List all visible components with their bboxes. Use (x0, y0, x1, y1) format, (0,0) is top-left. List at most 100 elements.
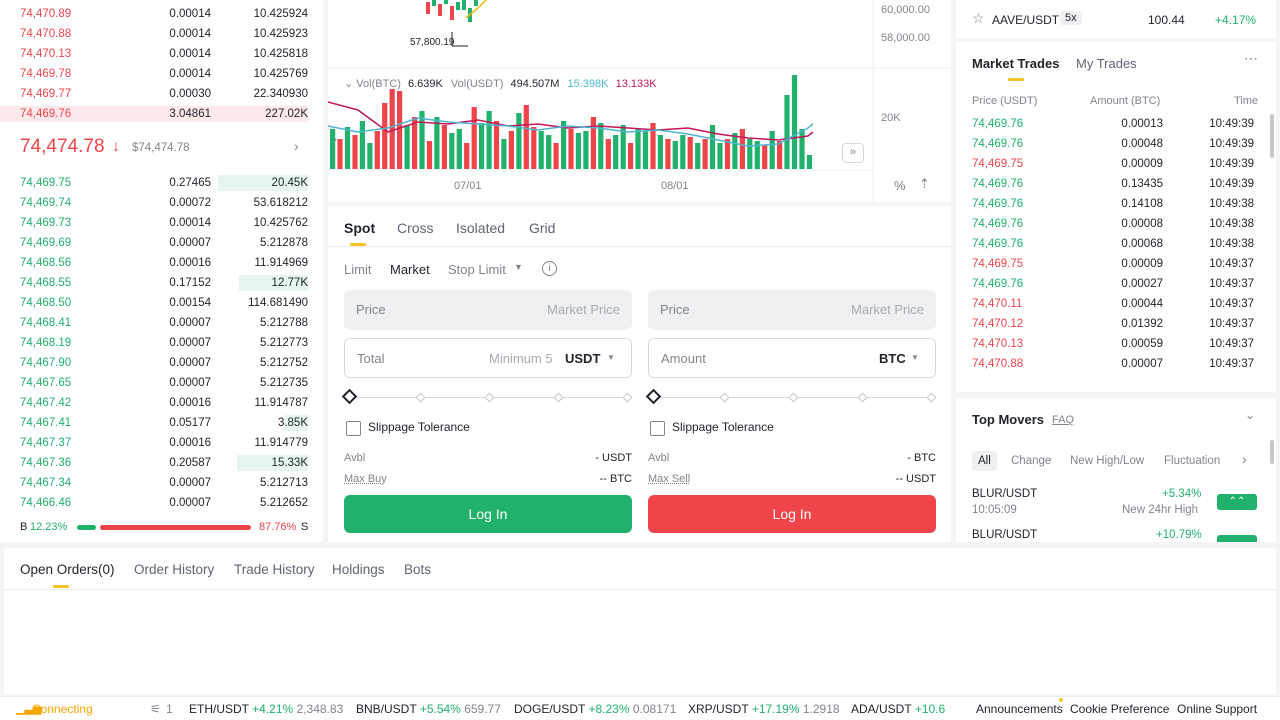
bid-row[interactable]: 74,467.34 0.00007 5.212713 (0, 473, 323, 493)
buy-amount-slider[interactable] (341, 388, 633, 405)
ask-row[interactable]: 74,470.13 0.00014 10.425818 (0, 44, 323, 64)
trade-price: 74,470.11 (972, 298, 1023, 310)
order-type-stop-limit[interactable]: Stop Limit (448, 262, 506, 277)
movers-scrollbar[interactable] (1270, 440, 1274, 464)
max-buy-label[interactable]: Max Buy (344, 473, 387, 485)
bid-row[interactable]: 74,467.65 0.00007 5.212735 (0, 373, 323, 393)
announcements-link[interactable]: Announcements (976, 702, 1063, 716)
bid-row[interactable]: 74,469.74 0.00072 53.618212 (0, 193, 323, 213)
chevron-down-icon[interactable]: ⌄ (344, 78, 353, 90)
chevron-down-icon[interactable]: ▼ (911, 353, 919, 362)
ticker-item[interactable]: ADA/USDT +10.6 (851, 702, 945, 716)
slider-handle[interactable] (645, 388, 662, 405)
buy-total-field[interactable]: Total Minimum 5 USDT ▼ (344, 338, 632, 378)
chart-scroll-left-icon[interactable]: › (333, 132, 337, 146)
slider-step[interactable] (622, 392, 633, 403)
filter-all[interactable]: All (972, 451, 997, 471)
trades-scrollbar[interactable] (1270, 114, 1274, 158)
bid-row[interactable]: 74,466.46 0.00007 5.212652 (0, 493, 323, 513)
buy-slippage-checkbox[interactable] (346, 421, 361, 436)
buy-price-field[interactable]: Price Market Price (344, 290, 632, 330)
tab-isolated[interactable]: Isolated (456, 220, 505, 236)
ask-row[interactable]: 74,469.76 3.04861 227.02K (0, 104, 323, 124)
filter-change[interactable]: Change (1011, 455, 1051, 467)
sell-login-button[interactable]: Log In (648, 495, 936, 533)
tab-my-trades[interactable]: My Trades (1076, 56, 1137, 71)
filter-fluctuation[interactable]: Fluctuation (1164, 455, 1220, 467)
expand-axis-icon[interactable]: ⇡ (919, 176, 930, 192)
star-icon[interactable]: ☆ (972, 10, 985, 27)
sell-amount-slider[interactable] (645, 388, 937, 405)
slider-step[interactable] (553, 392, 564, 403)
trade-row: 74,470.88 0.00007 10:49:37 (956, 354, 1276, 374)
chevron-right-icon[interactable]: › (1242, 451, 1247, 467)
mover-item[interactable]: BLUR/USDT +5.34% 10:05:09 New 24hr High … (956, 488, 1276, 528)
candlestick-chart[interactable] (328, 0, 951, 202)
tab-cross[interactable]: Cross (397, 220, 434, 236)
tab-order-history[interactable]: Order History (134, 562, 214, 577)
order-type-limit[interactable]: Limit (344, 262, 371, 277)
ask-row[interactable]: 74,469.78 0.00014 10.425769 (0, 64, 323, 84)
collapse-icon[interactable]: ⌄ (1245, 408, 1255, 422)
percent-toggle[interactable]: % (894, 178, 906, 193)
slider-step[interactable] (415, 392, 426, 403)
faq-link[interactable]: FAQ (1052, 414, 1074, 426)
scroll-forward-button[interactable]: » (842, 143, 864, 163)
ticker-item[interactable]: ETH/USDT +4.21% 2,348.83 (189, 702, 343, 716)
price-chart[interactable]: 57,800.19 60,000.00 58,000.00 ⌄ Vol(BTC)… (328, 0, 951, 202)
bid-row[interactable]: 74,469.73 0.00014 10.425762 (0, 213, 323, 233)
ticker-item[interactable]: DOGE/USDT +8.23% 0.08171 (514, 702, 676, 716)
more-options-icon[interactable]: ⋯ (1244, 50, 1258, 67)
bid-row[interactable]: 74,468.50 0.00154 114.681490 (0, 293, 323, 313)
tab-spot[interactable]: Spot (344, 220, 375, 236)
slider-step[interactable] (719, 392, 730, 403)
bid-row[interactable]: 74,468.19 0.00007 5.212773 (0, 333, 323, 353)
ask-row[interactable]: 74,470.88 0.00014 10.425923 (0, 24, 323, 44)
tab-open-orders[interactable]: Open Orders(0) (20, 562, 115, 577)
bid-row[interactable]: 74,467.90 0.00007 5.212752 (0, 353, 323, 373)
bid-row[interactable]: 74,468.56 0.00016 11.914969 (0, 253, 323, 273)
slider-step[interactable] (484, 392, 495, 403)
last-price-row[interactable]: 74,474.78 ↓ $74,474.78 › (0, 132, 323, 164)
ticker-item[interactable]: XRP/USDT +17.19% 1.2918 (688, 702, 840, 716)
sell-price-field[interactable]: Price Market Price (648, 290, 936, 330)
slider-step[interactable] (857, 392, 868, 403)
tab-market-trades[interactable]: Market Trades (972, 56, 1059, 71)
watchlist-row[interactable]: ☆ AAVE/USDT 5x 100.44 +4.17% (956, 10, 1276, 30)
slider-handle[interactable] (341, 388, 358, 405)
max-sell-label[interactable]: Max Sell (648, 473, 690, 485)
chevron-down-icon[interactable]: ▼ (607, 353, 615, 362)
tab-trade-history[interactable]: Trade History (234, 562, 315, 577)
settings-sliders-icon[interactable]: ⚟ (150, 702, 161, 716)
ticker-item[interactable]: BNB/USDT +5.54% 659.77 (356, 702, 501, 716)
bid-row[interactable]: 74,468.55 0.17152 12.77K (0, 273, 323, 293)
bid-row[interactable]: 74,467.36 0.20587 15.33K (0, 453, 323, 473)
info-icon[interactable]: i (542, 261, 557, 276)
tab-holdings[interactable]: Holdings (332, 562, 385, 577)
bid-row[interactable]: 74,467.42 0.00016 11.914787 (0, 393, 323, 413)
sell-amount-field[interactable]: Amount BTC ▼ (648, 338, 936, 378)
bid-row[interactable]: 74,469.69 0.00007 5.212878 (0, 233, 323, 253)
mover-item[interactable]: BLUR/USDT +10.79% (956, 529, 1276, 542)
cookie-preference-link[interactable]: Cookie Preference (1070, 702, 1169, 716)
ask-row[interactable]: 74,469.77 0.00030 22.340930 (0, 84, 323, 104)
tab-bots[interactable]: Bots (404, 562, 431, 577)
trend-up-icon: ⌃⌃ (1217, 494, 1257, 510)
slider-step[interactable] (788, 392, 799, 403)
bid-row[interactable]: 74,467.41 0.05177 3.85K (0, 413, 323, 433)
buy-currency-select[interactable]: USDT (565, 351, 600, 366)
chevron-right-icon[interactable]: › (294, 138, 299, 154)
online-support-link[interactable]: Online Support (1177, 702, 1257, 716)
ask-row[interactable]: 74,470.89 0.00014 10.425924 (0, 4, 323, 24)
buy-login-button[interactable]: Log In (344, 495, 632, 533)
slider-step[interactable] (926, 392, 937, 403)
order-type-market[interactable]: Market (390, 262, 430, 277)
sell-currency-select[interactable]: BTC (879, 351, 906, 366)
bid-row[interactable]: 74,469.75 0.27465 20.45K (0, 173, 323, 193)
filter-new-high-low[interactable]: New High/Low (1070, 455, 1144, 467)
sell-slippage-checkbox[interactable] (650, 421, 665, 436)
chevron-down-icon[interactable]: ▼ (514, 262, 523, 272)
bid-row[interactable]: 74,468.41 0.00007 5.212788 (0, 313, 323, 333)
tab-grid[interactable]: Grid (529, 220, 555, 236)
bid-row[interactable]: 74,467.37 0.00016 11.914779 (0, 433, 323, 453)
